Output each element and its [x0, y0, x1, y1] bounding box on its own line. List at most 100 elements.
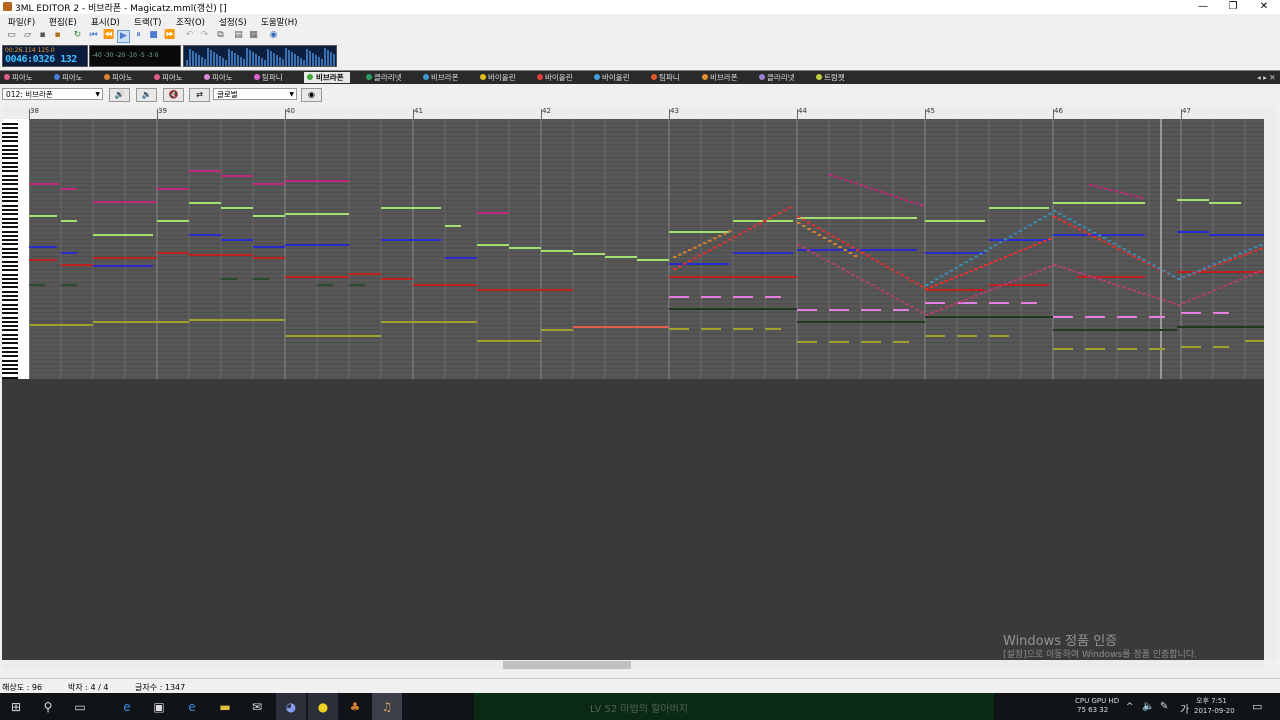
tab-track-14[interactable]: 비브라폰 [701, 72, 738, 83]
piano-black-key[interactable] [2, 295, 18, 297]
store-icon[interactable]: ▣ [151, 699, 167, 715]
kakaotalk-app[interactable]: ● [308, 693, 338, 720]
piano-black-key[interactable] [2, 127, 18, 130]
piano-black-key[interactable] [2, 200, 18, 203]
piano-black-key[interactable] [2, 239, 18, 242]
mute-button[interactable]: 🔇 [163, 88, 184, 102]
piano-black-key[interactable] [2, 329, 18, 332]
folder-icon[interactable]: ▬ [217, 699, 233, 715]
paste-icon[interactable]: ▤ [233, 30, 244, 41]
tab-track-2[interactable]: 피아노 [53, 72, 83, 83]
piano-black-key[interactable] [2, 312, 18, 315]
tab-track-7[interactable]: 비브라폰 [304, 72, 350, 83]
piano-black-key[interactable] [2, 333, 18, 336]
close-button[interactable]: ✕ [1249, 0, 1279, 14]
piano-black-key[interactable] [2, 282, 18, 285]
volume-button[interactable]: 🔊 [109, 88, 130, 102]
piano-roll[interactable] [2, 119, 1264, 379]
tab-track-5[interactable]: 피아노 [203, 72, 233, 83]
pause-icon[interactable]: ⏸ [133, 30, 144, 41]
menu-settings[interactable]: 설정(S) [219, 16, 247, 28]
piano-black-key[interactable] [2, 123, 18, 125]
view-button[interactable]: ◉ [301, 88, 322, 102]
edge-icon[interactable]: e [119, 699, 135, 715]
chevron-up-icon[interactable]: ^ [1126, 702, 1134, 712]
discord-app[interactable]: ◕ [276, 693, 306, 720]
menu-file[interactable]: 파일(F) [8, 16, 35, 28]
piano-black-key[interactable] [2, 157, 18, 160]
piano-black-key[interactable] [2, 161, 18, 164]
scope-select[interactable]: 글로벌 ▼ [213, 88, 297, 100]
game-app[interactable]: ♣ [340, 693, 370, 720]
piano-black-key[interactable] [2, 196, 18, 199]
piano-black-key[interactable] [2, 148, 18, 151]
tab-track-4[interactable]: 피아노 [153, 72, 183, 83]
piano-black-key[interactable] [2, 191, 18, 194]
piano-black-key[interactable] [2, 256, 18, 259]
redo-icon[interactable]: ↷ [199, 30, 210, 41]
mail-icon[interactable]: ✉ [249, 699, 265, 715]
minimize-button[interactable]: — [1188, 0, 1218, 14]
undo-icon[interactable]: ↶ [184, 30, 195, 41]
piano-black-key[interactable] [2, 252, 18, 254]
piano-black-key[interactable] [2, 368, 18, 371]
piano-black-key[interactable] [2, 183, 18, 186]
open-icon[interactable]: ▱ [22, 30, 33, 41]
piano-black-key[interactable] [2, 221, 18, 224]
tab-track-13[interactable]: 팀파니 [650, 72, 680, 83]
tab-track-1[interactable]: 피아노 [3, 72, 33, 83]
piano-black-key[interactable] [2, 226, 18, 229]
maximize-button[interactable]: ❐ [1218, 0, 1248, 14]
clock-date[interactable]: 2017-09-20 [1194, 707, 1235, 715]
piano-black-key[interactable] [2, 131, 18, 134]
settings-icon[interactable]: ▦ [248, 30, 259, 41]
track-select[interactable]: 012: 비브라폰 ▼ [2, 88, 103, 100]
ime-indicator[interactable]: 가 [1180, 701, 1189, 716]
piano-black-key[interactable] [2, 178, 18, 181]
piano-black-key[interactable] [2, 187, 18, 190]
task-view-icon[interactable]: ▭ [72, 699, 88, 715]
piano-black-key[interactable] [2, 140, 18, 143]
solo-button[interactable]: 🔉 [136, 88, 157, 102]
piano-black-key[interactable] [2, 153, 18, 156]
piano-black-key[interactable] [2, 213, 18, 216]
piano-black-key[interactable] [2, 170, 18, 173]
menu-help[interactable]: 도움말(H) [261, 16, 297, 28]
menu-view[interactable]: 표시(D) [91, 16, 120, 28]
piano-keyboard[interactable] [2, 119, 29, 379]
tab-track-10[interactable]: 바이올린 [479, 72, 516, 83]
piano-black-key[interactable] [2, 217, 18, 220]
stop-icon[interactable]: ■ [148, 30, 159, 41]
piano-black-key[interactable] [2, 320, 18, 323]
note-grid[interactable] [29, 119, 1264, 379]
piano-black-key[interactable] [2, 260, 18, 263]
windows-start-icon[interactable]: ⊞ [8, 699, 24, 715]
horizontal-scrollbar[interactable] [2, 660, 1264, 670]
loop-button[interactable]: ⇄ [189, 88, 210, 102]
volume-icon[interactable]: 🔈 [1142, 701, 1154, 712]
piano-black-key[interactable] [2, 342, 18, 345]
piano-black-key[interactable] [2, 372, 18, 375]
piano-black-key[interactable] [2, 355, 18, 358]
tab-track-15[interactable]: 클라리넷 [758, 72, 795, 83]
piano-black-key[interactable] [2, 299, 18, 302]
refresh-icon[interactable]: ↻ [72, 30, 83, 41]
piano-black-key[interactable] [2, 290, 18, 293]
vertical-scrollbar[interactable] [1265, 106, 1276, 660]
tab-scroll-icon[interactable]: ◂ ▸ ✕ [1248, 72, 1276, 83]
piano-black-key[interactable] [2, 247, 18, 250]
save-all-icon[interactable]: ▪ [52, 30, 63, 41]
measure-ruler[interactable]: 38 39 40 41 42 43 44 45 46 47 [2, 106, 1264, 120]
3ml-editor-app[interactable]: ♫ [372, 693, 402, 720]
pen-icon[interactable]: ✎ [1160, 701, 1168, 712]
tab-track-6[interactable]: 팀파니 [253, 72, 283, 83]
ie-icon[interactable]: e [184, 699, 200, 715]
piano-black-key[interactable] [2, 346, 18, 349]
help-icon[interactable]: ◉ [268, 30, 279, 41]
piano-black-key[interactable] [2, 144, 18, 147]
menu-track[interactable]: 트랙(T) [134, 16, 161, 28]
piano-black-key[interactable] [2, 359, 18, 362]
piano-black-key[interactable] [2, 273, 18, 276]
piano-black-key[interactable] [2, 174, 18, 177]
piano-black-key[interactable] [2, 325, 18, 328]
